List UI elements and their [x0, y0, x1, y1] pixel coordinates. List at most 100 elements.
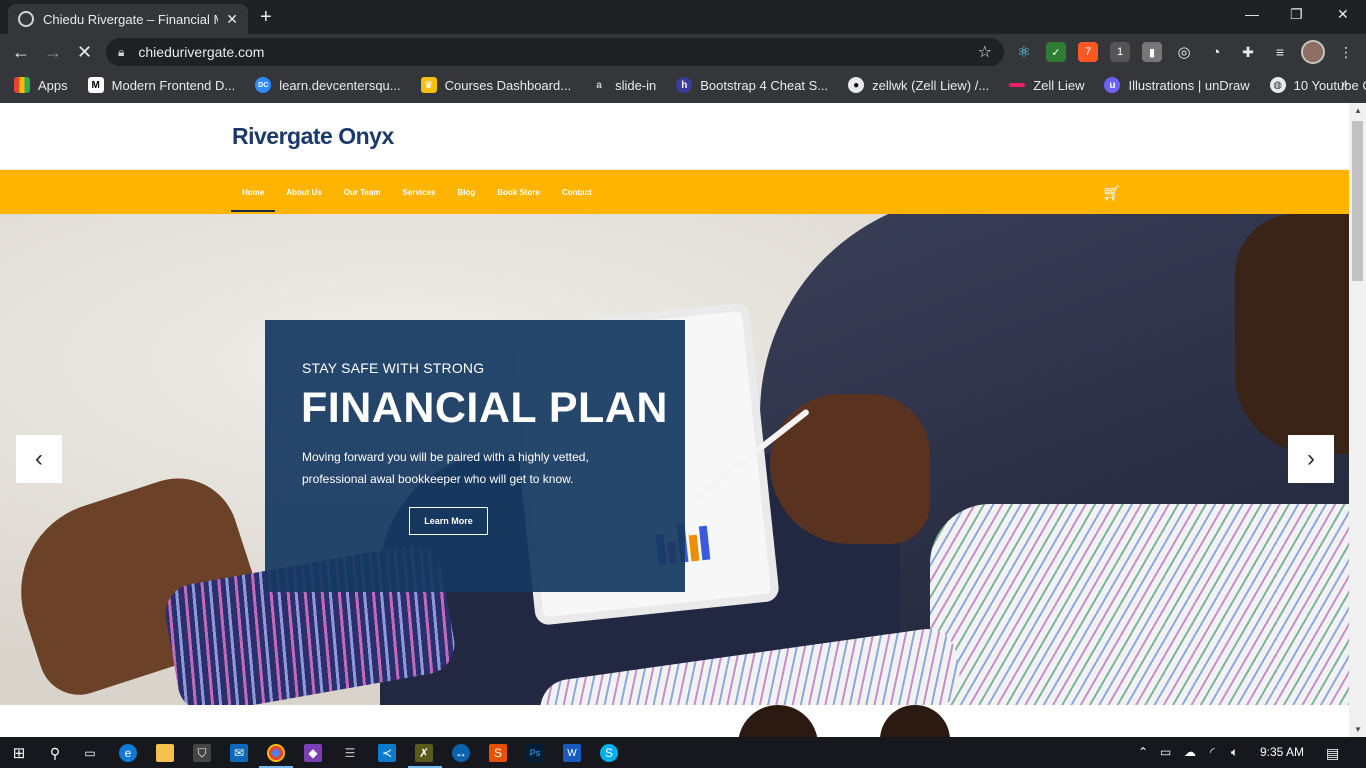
- menu-kebab-icon[interactable]: ⋮: [1336, 42, 1356, 62]
- stop-loading-icon[interactable]: ✕: [77, 42, 92, 63]
- hero-subtitle: STAY SAFE WITH STRONG: [302, 360, 485, 376]
- visual-studio-icon[interactable]: ◆: [304, 744, 322, 762]
- hero-person-head: [1235, 214, 1349, 454]
- tab-title: Chiedu Rivergate – Financial Mar: [43, 11, 219, 27]
- address-bar[interactable]: 🔒︎ chiedurivergate.com ☆: [106, 38, 1004, 66]
- bookmark-item[interactable]: Apps: [14, 77, 68, 93]
- bookmark-item[interactable]: ● zellwk (Zell Liew) /...: [848, 77, 989, 93]
- bookmark-item[interactable]: Zell Liew: [1009, 78, 1084, 93]
- page-viewport: Rivergate Onyx Home About Us Our Team Se…: [0, 103, 1366, 737]
- teamviewer-icon[interactable]: ↔: [452, 744, 470, 762]
- clock-time[interactable]: 9:35 AM: [1260, 745, 1304, 759]
- bookmark-label: Courses Dashboard...: [444, 77, 572, 93]
- database-icon[interactable]: ☰: [341, 744, 359, 762]
- target-extension-icon[interactable]: ◎: [1174, 42, 1194, 62]
- skype-icon[interactable]: S: [600, 744, 618, 762]
- page-scrollbar[interactable]: ▲ ▼: [1349, 103, 1366, 737]
- hero-title: FINANCIAL PLAN: [301, 384, 668, 432]
- media-control-icon[interactable]: ≡: [1270, 42, 1290, 62]
- sublime-icon[interactable]: S: [489, 744, 507, 762]
- task-view-icon[interactable]: ▭: [81, 744, 99, 762]
- minimize-button[interactable]: —: [1245, 6, 1259, 22]
- search-icon[interactable]: ⚲: [46, 744, 64, 762]
- bookmark-item[interactable]: DC learn.devcentersqu...: [255, 77, 401, 93]
- speed-extension-icon[interactable]: ◔: [1206, 42, 1226, 62]
- bookmarks-overflow-button[interactable]: »: [1341, 76, 1348, 91]
- extensions-puzzle-icon[interactable]: ✚: [1238, 42, 1258, 62]
- new-tab-button[interactable]: +: [260, 6, 272, 29]
- bookmarks-bar: Apps M Modern Frontend D... DC learn.dev…: [0, 70, 1366, 100]
- team-photo: [880, 705, 950, 737]
- bookmark-label: Bootstrap 4 Cheat S...: [700, 77, 829, 93]
- extension-icon[interactable]: 7: [1078, 42, 1098, 62]
- trello-extension-icon[interactable]: ▮: [1142, 42, 1162, 62]
- nav-item-contact[interactable]: Contact: [551, 170, 603, 214]
- nav-item-home[interactable]: Home: [231, 170, 276, 214]
- profile-avatar[interactable]: [1301, 40, 1325, 64]
- wifi-icon[interactable]: ◜: [1210, 745, 1215, 759]
- tab-close-icon[interactable]: ✕: [226, 11, 238, 28]
- restore-button[interactable]: ❐: [1290, 6, 1303, 23]
- close-window-button[interactable]: ✕: [1337, 6, 1349, 23]
- bookmark-label: slide-in: [615, 77, 657, 93]
- bookmark-item[interactable]: ♛ Courses Dashboard...: [420, 77, 572, 93]
- nav-item-blog[interactable]: Blog: [446, 170, 486, 214]
- edge-icon[interactable]: e: [119, 744, 137, 762]
- bookmark-label: Illustrations | unDraw: [1128, 77, 1250, 93]
- windows-start-icon[interactable]: ⊞: [10, 744, 28, 762]
- file-explorer-icon[interactable]: [156, 744, 174, 762]
- slide-in-icon: a: [591, 77, 608, 93]
- back-arrow-icon[interactable]: ←: [12, 42, 30, 63]
- volume-icon[interactable]: 🔈︎: [1231, 745, 1238, 760]
- nav-item-book-store[interactable]: Book Store: [486, 170, 551, 214]
- battery-icon[interactable]: ▭: [1160, 745, 1171, 759]
- word-icon[interactable]: W: [563, 744, 581, 762]
- slider-next-button[interactable]: ›: [1288, 435, 1334, 483]
- onedrive-icon[interactable]: ☁: [1184, 745, 1196, 759]
- devcenter-icon: DC: [255, 77, 272, 93]
- tab-strip: Chiedu Rivergate – Financial Mar ✕ + — ❐…: [0, 0, 1366, 34]
- notification-center-icon[interactable]: ▤: [1326, 745, 1339, 762]
- badge-extension-icon[interactable]: 1: [1110, 42, 1130, 62]
- bookmark-label: Modern Frontend D...: [111, 77, 236, 93]
- forward-arrow-icon[interactable]: →: [44, 42, 62, 63]
- bookmark-item[interactable]: h Bootstrap 4 Cheat S...: [676, 77, 828, 93]
- lock-icon: 🔒︎: [118, 44, 125, 59]
- scroll-down-icon[interactable]: ▼: [1354, 725, 1362, 734]
- url-text: chiedurivergate.com: [138, 44, 265, 60]
- browser-tab[interactable]: Chiedu Rivergate – Financial Mar ✕: [8, 4, 248, 34]
- shield-extension-icon[interactable]: ✓: [1046, 42, 1066, 62]
- windows-taskbar: ⊞ ⚲ ▭ e ⛉ ✉ ◆ ☰ ≺ ✗ ↔ S Ps W S ⌃ ▭ ☁ ◜ 🔈…: [0, 737, 1366, 768]
- slider-prev-button[interactable]: ‹: [16, 435, 62, 483]
- bookmark-item[interactable]: a slide-in: [591, 77, 656, 93]
- hero-slider: STAY SAFE WITH STRONG FINANCIAL PLAN Mov…: [0, 214, 1349, 705]
- team-photo: [738, 705, 818, 737]
- bookmark-label: Zell Liew: [1033, 77, 1085, 93]
- photoshop-icon[interactable]: Ps: [526, 744, 544, 762]
- bookmark-item[interactable]: u Illustrations | unDraw: [1104, 77, 1250, 93]
- mail-icon[interactable]: ✉: [230, 744, 248, 762]
- site-favicon-icon: [18, 11, 34, 27]
- xampp-icon[interactable]: ✗: [415, 744, 433, 762]
- hero-description: Moving forward you will be paired with a…: [302, 450, 589, 486]
- bookmark-label: Apps: [38, 77, 68, 93]
- tray-chevron-icon[interactable]: ⌃: [1138, 745, 1148, 759]
- bookmark-star-icon[interactable]: ☆: [978, 42, 992, 62]
- nav-item-about-us[interactable]: About Us: [275, 170, 333, 214]
- site-logo[interactable]: Rivergate Onyx: [232, 123, 394, 150]
- react-devtools-icon[interactable]: ⚛: [1014, 42, 1034, 62]
- scrollbar-thumb[interactable]: [1352, 121, 1363, 281]
- crown-icon: ♛: [420, 77, 437, 93]
- scroll-up-icon[interactable]: ▲: [1354, 106, 1362, 115]
- bookmark-item[interactable]: ◍ 10 Youtube Channe...: [1269, 77, 1366, 93]
- bookmark-item[interactable]: M Modern Frontend D...: [87, 77, 236, 93]
- vscode-icon[interactable]: ≺: [378, 744, 396, 762]
- bookmark-label: zellwk (Zell Liew) /...: [872, 77, 990, 93]
- site-header: Rivergate Onyx: [0, 103, 1349, 170]
- cart-icon[interactable]: 🛒︎: [1102, 184, 1121, 202]
- learn-more-button[interactable]: Learn More: [409, 507, 488, 535]
- chrome-icon[interactable]: [267, 744, 285, 762]
- nav-item-our-team[interactable]: Our Team: [333, 170, 392, 214]
- nav-item-services[interactable]: Services: [392, 170, 447, 214]
- store-icon[interactable]: ⛉: [193, 744, 211, 762]
